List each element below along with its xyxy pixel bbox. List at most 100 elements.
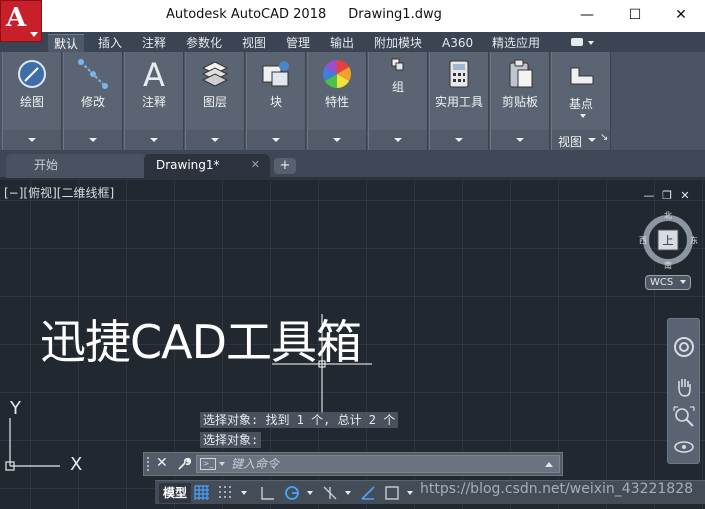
document-name: Drawing1.dwg	[348, 7, 442, 22]
panel-utilities[interactable]: 实用工具	[429, 52, 489, 150]
group-icon	[391, 58, 404, 71]
polar-tracking-icon[interactable]	[283, 484, 301, 502]
steering-wheel-icon[interactable]	[672, 335, 696, 359]
command-line: ✕ >_	[143, 452, 563, 476]
chevron-down-icon	[150, 138, 158, 142]
panel-clipboard-expand[interactable]	[491, 130, 549, 150]
panel-view-expand[interactable]: 视图 ↘	[552, 130, 610, 150]
wcs-menu[interactable]: WCS	[645, 275, 691, 290]
ribbon-tab-bar: 默认 插入 注释 参数化 视图 管理 输出 附加模块 A360 精选应用	[0, 32, 705, 52]
panel-draw-expand[interactable]	[3, 130, 61, 150]
dialog-launcher-icon[interactable]: ↘	[600, 132, 608, 143]
compass-east: 东	[690, 235, 698, 245]
maximize-button[interactable]: ☐	[612, 0, 658, 30]
chevron-down-icon[interactable]	[345, 491, 351, 495]
compass-south: 南	[664, 260, 672, 270]
tab-annotate[interactable]: 注释	[136, 34, 172, 52]
drag-handle-icon[interactable]	[147, 457, 151, 471]
chevron-down-icon	[30, 32, 38, 37]
chevron-down-icon[interactable]	[407, 491, 413, 495]
ribbon: 绘图 修改 A 注释 图层 块 特性 组 实用工具 剪贴板 基点 视图 ↘	[0, 52, 705, 150]
panel-annotation-expand[interactable]	[125, 130, 183, 150]
viewcube[interactable]: 上 北 南 东 西	[638, 210, 698, 272]
panel-block-expand[interactable]	[247, 130, 305, 150]
panel-groups-expand[interactable]	[369, 130, 427, 150]
close-button[interactable]: ✕	[658, 0, 704, 30]
panel-modify-expand[interactable]	[64, 130, 122, 150]
layers-icon	[201, 61, 229, 87]
viewport-minimize-icon[interactable]: —	[643, 190, 655, 202]
viewport-restore-icon[interactable]: ❐	[661, 190, 673, 202]
panel-view[interactable]: 基点 视图 ↘	[551, 52, 611, 150]
chevron-down-icon[interactable]	[219, 462, 225, 466]
command-prompt-icon[interactable]: >_	[200, 458, 216, 470]
app-title: Autodesk AutoCAD 2018	[166, 7, 327, 22]
tab-view[interactable]: 视图	[236, 34, 272, 52]
tab-insert[interactable]: 插入	[92, 34, 128, 52]
snap-mode-icon[interactable]	[217, 484, 235, 502]
command-history-line-1: 选择对象: 找到 1 个, 总计 2 个	[200, 412, 399, 428]
panel-draw[interactable]: 绘图	[2, 52, 62, 150]
new-drawing-button[interactable]: +	[274, 158, 296, 174]
draw-circle-icon	[18, 60, 46, 88]
title-bar: Autodesk AutoCAD 2018 Drawing1.dwg — ☐ ✕	[0, 0, 705, 32]
ortho-mode-icon[interactable]	[259, 484, 277, 502]
navigation-bar	[667, 318, 700, 464]
panel-utilities-expand[interactable]	[430, 130, 488, 150]
chevron-down-icon	[455, 138, 463, 142]
panel-block[interactable]: 块	[246, 52, 306, 150]
move-icon	[78, 59, 108, 89]
tab-manage[interactable]: 管理	[280, 34, 316, 52]
chevron-down-icon	[333, 138, 341, 142]
tab-start-label: 开始	[34, 158, 59, 172]
isometric-drafting-icon[interactable]	[321, 484, 339, 502]
viewport-controls[interactable]: [−][俯视][二维线框]	[4, 184, 114, 201]
model-space-button[interactable]: 模型	[159, 483, 192, 503]
workspace-switch-icon[interactable]	[568, 36, 596, 48]
chevron-down-icon	[394, 138, 402, 142]
tab-parametric[interactable]: 参数化	[180, 34, 228, 52]
tab-drawing1[interactable]: Drawing1* ✕	[144, 154, 270, 178]
tab-a360[interactable]: A360	[436, 34, 479, 52]
chevron-down-icon	[28, 138, 36, 142]
chevron-down-icon[interactable]	[307, 491, 313, 495]
chevron-down-icon	[680, 280, 686, 284]
close-command-line-icon[interactable]: ✕	[156, 455, 168, 471]
tab-start[interactable]: 开始	[6, 154, 146, 178]
tab-home[interactable]: 默认	[48, 34, 85, 52]
panel-properties[interactable]: 特性	[307, 52, 367, 150]
compass-west: 西	[639, 236, 647, 245]
chevron-down-icon	[272, 138, 280, 142]
tab-output[interactable]: 输出	[324, 34, 360, 52]
tab-featured-apps[interactable]: 精选应用	[486, 34, 546, 52]
autocad-logo-icon: A	[6, 3, 27, 33]
chevron-down-icon[interactable]	[241, 491, 247, 495]
command-input-box[interactable]: >_	[196, 455, 560, 473]
wrench-icon[interactable]	[176, 456, 192, 472]
base-view-label: 基点	[568, 97, 593, 111]
panel-annotation[interactable]: A 注释	[124, 52, 184, 150]
panel-layers-expand[interactable]	[186, 130, 244, 150]
paste-icon	[509, 59, 533, 88]
application-menu-button[interactable]: A	[0, 0, 42, 42]
panel-layers[interactable]: 图层	[185, 52, 245, 150]
panel-clipboard[interactable]: 剪贴板	[490, 52, 550, 150]
panel-groups[interactable]: 组	[368, 52, 428, 150]
close-tab-icon[interactable]: ✕	[251, 154, 260, 176]
zoom-extents-icon[interactable]	[672, 405, 696, 429]
tab-addins[interactable]: 附加模块	[368, 34, 428, 52]
grid-icon[interactable]	[193, 484, 211, 502]
chevron-down-icon[interactable]	[580, 114, 586, 118]
object-snap-tracking-icon[interactable]	[359, 484, 377, 502]
chevron-up-icon[interactable]	[545, 462, 553, 467]
wcs-label: WCS	[650, 277, 674, 288]
minimize-button[interactable]: —	[564, 0, 610, 30]
object-snap-icon[interactable]	[383, 484, 401, 502]
orbit-icon[interactable]	[672, 435, 696, 459]
viewport-close-icon[interactable]: ✕	[679, 190, 691, 202]
pan-hand-icon[interactable]	[672, 375, 696, 399]
panel-properties-expand[interactable]	[308, 130, 366, 150]
command-input[interactable]	[231, 456, 531, 472]
base-view-icon	[570, 67, 594, 85]
panel-modify[interactable]: 修改	[63, 52, 123, 150]
